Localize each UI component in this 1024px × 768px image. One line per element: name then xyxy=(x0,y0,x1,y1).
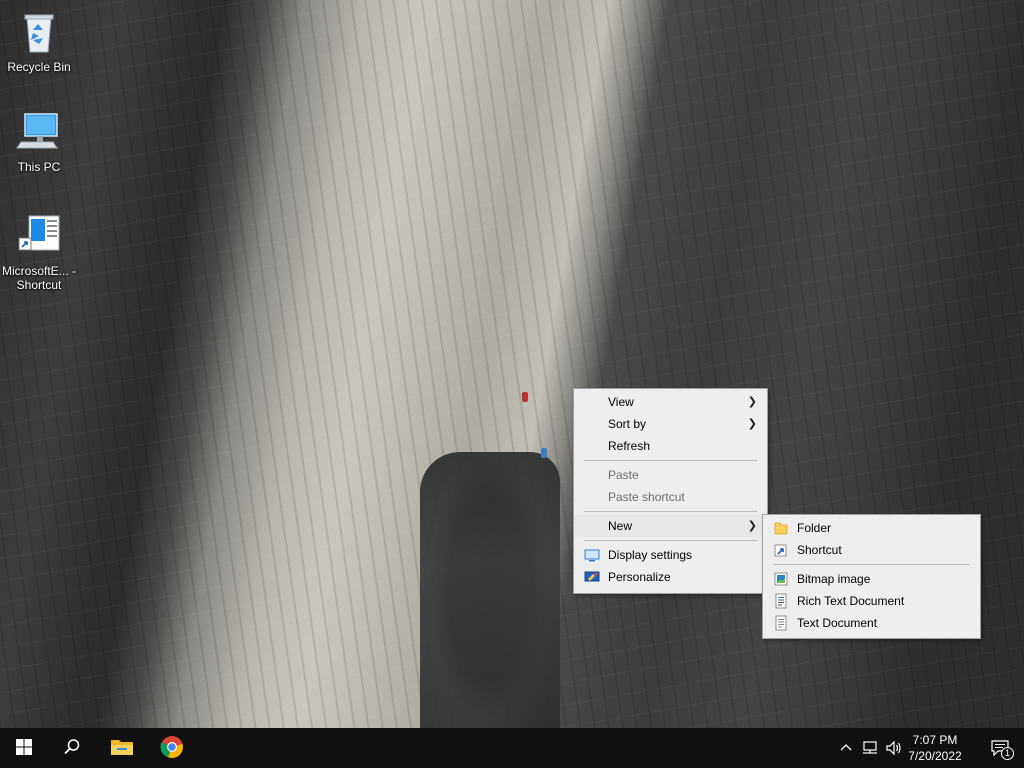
new-submenu: Folder Shortcut Bitmap image Rich Text D… xyxy=(762,514,981,639)
menu-item-label: New xyxy=(608,519,633,533)
taskbar-chrome[interactable] xyxy=(148,728,196,768)
climber-red xyxy=(522,392,528,402)
chevron-right-icon: ❯ xyxy=(747,396,757,408)
file-explorer-icon xyxy=(110,737,134,760)
personalize-icon xyxy=(584,569,600,585)
taskbar-clock[interactable]: 7:07 PM 7/20/2022 xyxy=(900,732,970,764)
desktop-icon-label: Recycle Bin xyxy=(7,60,71,74)
desktop-icon-microsoft-edge-shortcut[interactable]: MicrosoftE... - Shortcut xyxy=(1,212,77,292)
menu-item-label: Text Document xyxy=(797,616,878,630)
desktop-icon-label: MicrosoftE... - Shortcut xyxy=(1,264,76,292)
desktop-icon-this-pc[interactable]: This PC xyxy=(1,108,77,174)
menu-item-paste[interactable]: Paste xyxy=(574,464,767,486)
submenu-item-bitmap-image[interactable]: Bitmap image xyxy=(763,568,980,590)
menu-item-label: Rich Text Document xyxy=(797,594,905,608)
menu-item-refresh[interactable]: Refresh xyxy=(574,435,767,457)
search-icon xyxy=(63,738,81,759)
show-hidden-icons-chevron-up-icon[interactable] xyxy=(839,740,853,756)
menu-item-sort-by[interactable]: Sort by ❯ xyxy=(574,413,767,435)
display-icon xyxy=(584,547,600,563)
menu-separator xyxy=(584,460,757,461)
menu-item-label: Paste xyxy=(608,468,639,482)
chevron-right-icon: ❯ xyxy=(747,418,757,430)
clock-date: 7/20/2022 xyxy=(908,749,962,763)
submenu-item-folder[interactable]: Folder xyxy=(763,517,980,539)
menu-item-label: Display settings xyxy=(608,548,693,562)
submenu-item-shortcut[interactable]: Shortcut xyxy=(763,539,980,561)
submenu-item-text-document[interactable]: Text Document xyxy=(763,612,980,634)
menu-item-display-settings[interactable]: Display settings xyxy=(574,544,767,566)
menu-separator xyxy=(584,540,757,541)
folder-icon xyxy=(773,520,789,536)
shortcut-icon xyxy=(15,212,63,260)
menu-item-label: Folder xyxy=(797,521,832,535)
menu-item-new[interactable]: New ❯ xyxy=(574,515,767,537)
notification-icon: 1 xyxy=(990,739,1014,760)
recycle-bin-icon xyxy=(15,8,63,56)
chrome-icon xyxy=(160,735,184,762)
rock-formation xyxy=(420,452,560,728)
menu-item-label: Shortcut xyxy=(797,543,842,557)
submenu-item-rich-text-document[interactable]: Rich Text Document xyxy=(763,590,980,612)
desktop-icon-recycle-bin[interactable]: Recycle Bin xyxy=(1,8,77,74)
this-pc-icon xyxy=(15,108,63,156)
notification-count-badge: 1 xyxy=(1001,747,1014,760)
text-document-icon xyxy=(773,615,789,631)
climber-blue xyxy=(541,448,547,458)
menu-item-paste-shortcut[interactable]: Paste shortcut xyxy=(574,486,767,508)
windows-start-icon xyxy=(16,738,32,758)
action-center-button[interactable]: 1 xyxy=(976,728,1024,768)
desktop-context-menu: View ❯ Sort by ❯ Refresh Paste Paste sho… xyxy=(573,388,768,594)
rich-text-icon xyxy=(773,593,789,609)
taskbar: 7:07 PM 7/20/2022 1 xyxy=(0,728,1024,768)
menu-item-label: Bitmap image xyxy=(797,572,871,586)
menu-item-label: View xyxy=(608,395,634,409)
clock-time: 7:07 PM xyxy=(912,733,958,747)
menu-item-label: Refresh xyxy=(608,439,651,453)
shortcut-icon xyxy=(773,542,789,558)
menu-item-label: Paste shortcut xyxy=(608,490,685,504)
bitmap-icon xyxy=(773,571,789,587)
menu-separator xyxy=(584,511,757,512)
desktop-icon-label: This PC xyxy=(17,160,61,174)
search-button[interactable] xyxy=(48,728,96,768)
menu-item-view[interactable]: View ❯ xyxy=(574,391,767,413)
menu-item-label: Personalize xyxy=(608,570,671,584)
taskbar-file-explorer[interactable] xyxy=(98,728,146,768)
network-icon[interactable] xyxy=(862,740,880,756)
start-button[interactable] xyxy=(0,728,48,768)
menu-item-personalize[interactable]: Personalize xyxy=(574,566,767,588)
chevron-right-icon: ❯ xyxy=(747,520,757,532)
menu-separator xyxy=(773,564,970,565)
menu-item-label: Sort by xyxy=(608,417,647,431)
